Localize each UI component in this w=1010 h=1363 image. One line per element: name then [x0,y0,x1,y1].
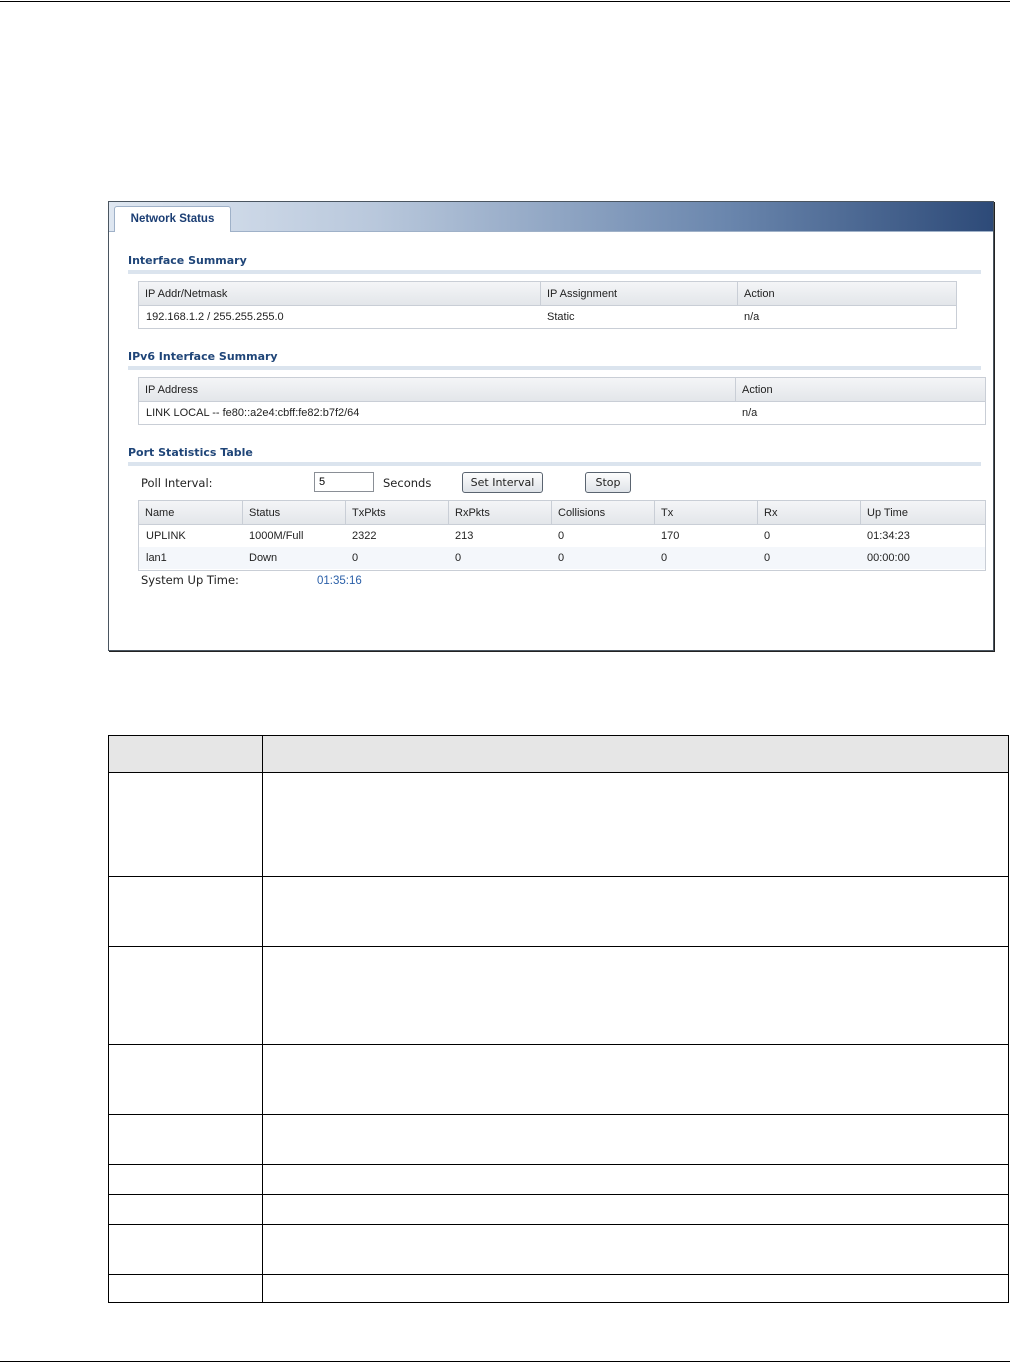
table-row-divider [109,1194,1008,1195]
interface-summary-table: IP Addr/Netmask IP Assignment Action 192… [138,281,957,329]
description-table [108,735,1009,1303]
column-header[interactable]: Collisions [551,501,654,524]
table-row: UPLINK 1000M/Full 2322 213 0 170 0 01:34… [139,525,985,547]
port-stats-table: Name Status TxPkts RxPkts Collisions Tx … [138,500,986,571]
column-header[interactable]: Tx [654,501,757,524]
ipv6-address-cell: LINK LOCAL -- fe80::a2e4:cbff:fe82:b7f2/… [146,407,360,419]
poll-interval-input[interactable] [314,472,374,492]
set-interval-button[interactable]: Set Interval [462,472,543,493]
table-row-divider [109,1274,1008,1275]
column-header[interactable]: Status [242,501,345,524]
column-header[interactable]: Action [737,282,956,305]
collisions-cell: 0 [558,530,565,542]
table-row-divider [109,1224,1008,1225]
table-row: LINK LOCAL -- fe80::a2e4:cbff:fe82:b7f2/… [139,402,985,424]
table-row-divider [109,1164,1008,1165]
collisions-cell: 0 [558,552,565,564]
table-row: 192.168.1.2 / 255.255.255.0 Static n/a [139,306,956,328]
action-cell: n/a [742,407,758,419]
txpkts-cell: 2322 [352,530,377,542]
rx-cell: 0 [764,530,771,542]
system-uptime-value: 01:35:16 [317,575,362,587]
up-time-cell: 01:34:23 [867,530,910,542]
seconds-label: Seconds [383,476,432,490]
column-header[interactable]: Up Time [860,501,985,524]
stop-button[interactable]: Stop [585,472,631,493]
column-divider [262,736,263,1302]
table-row-divider [109,1044,1008,1045]
bottom-rule [0,1361,1010,1362]
up-time-cell: 00:00:00 [867,552,910,564]
column-header[interactable]: RxPkts [448,501,551,524]
status-cell: 1000M/Full [249,530,304,542]
section-divider [128,270,981,274]
table-header: IP Address Action [139,378,985,402]
column-header[interactable]: IP Assignment [540,282,737,305]
status-cell: Down [249,552,278,564]
tx-cell: 170 [661,530,680,542]
column-header[interactable]: Rx [757,501,860,524]
poll-interval-label: Poll Interval: [141,476,213,490]
ip-assignment-cell: Static [547,311,575,323]
table-row-divider [109,772,1008,773]
network-status-panel: Network Status Interface Summary IP Addr… [108,201,994,651]
section-divider [128,366,981,370]
table-row-divider [109,876,1008,877]
ip-netmask-cell: 192.168.1.2 / 255.255.255.0 [146,311,284,323]
column-header[interactable]: Action [735,378,985,401]
table-row: lan1 Down 0 0 0 0 0 00:00:00 [139,547,985,569]
section-divider [128,462,981,466]
table-row-divider [109,946,1008,947]
table-header [109,736,1008,772]
port-name-cell: UPLINK [146,530,186,542]
rx-cell: 0 [764,552,771,564]
txpkts-cell: 0 [352,552,359,564]
action-cell: n/a [744,311,760,323]
port-stats-title: Port Statistics Table [128,446,253,459]
tab-network-status[interactable]: Network Status [114,206,231,232]
tx-cell: 0 [661,552,668,564]
system-uptime-label: System Up Time: [141,573,239,587]
interface-summary-title: Interface Summary [128,254,247,267]
column-header[interactable]: Name [139,501,242,524]
port-name-cell: lan1 [146,552,167,564]
rxpkts-cell: 0 [455,552,462,564]
column-header[interactable]: IP Address [139,378,735,401]
tab-bar: Network Status [109,202,993,232]
column-header[interactable]: IP Addr/Netmask [139,282,540,305]
table-header: IP Addr/Netmask IP Assignment Action [139,282,956,306]
rxpkts-cell: 213 [455,530,474,542]
top-rule [0,1,1010,2]
table-header: Name Status TxPkts RxPkts Collisions Tx … [139,501,985,525]
table-row-divider [109,1114,1008,1115]
ipv6-summary-table: IP Address Action LINK LOCAL -- fe80::a2… [138,377,986,425]
column-header[interactable]: TxPkts [345,501,448,524]
ipv6-summary-title: IPv6 Interface Summary [128,350,278,363]
